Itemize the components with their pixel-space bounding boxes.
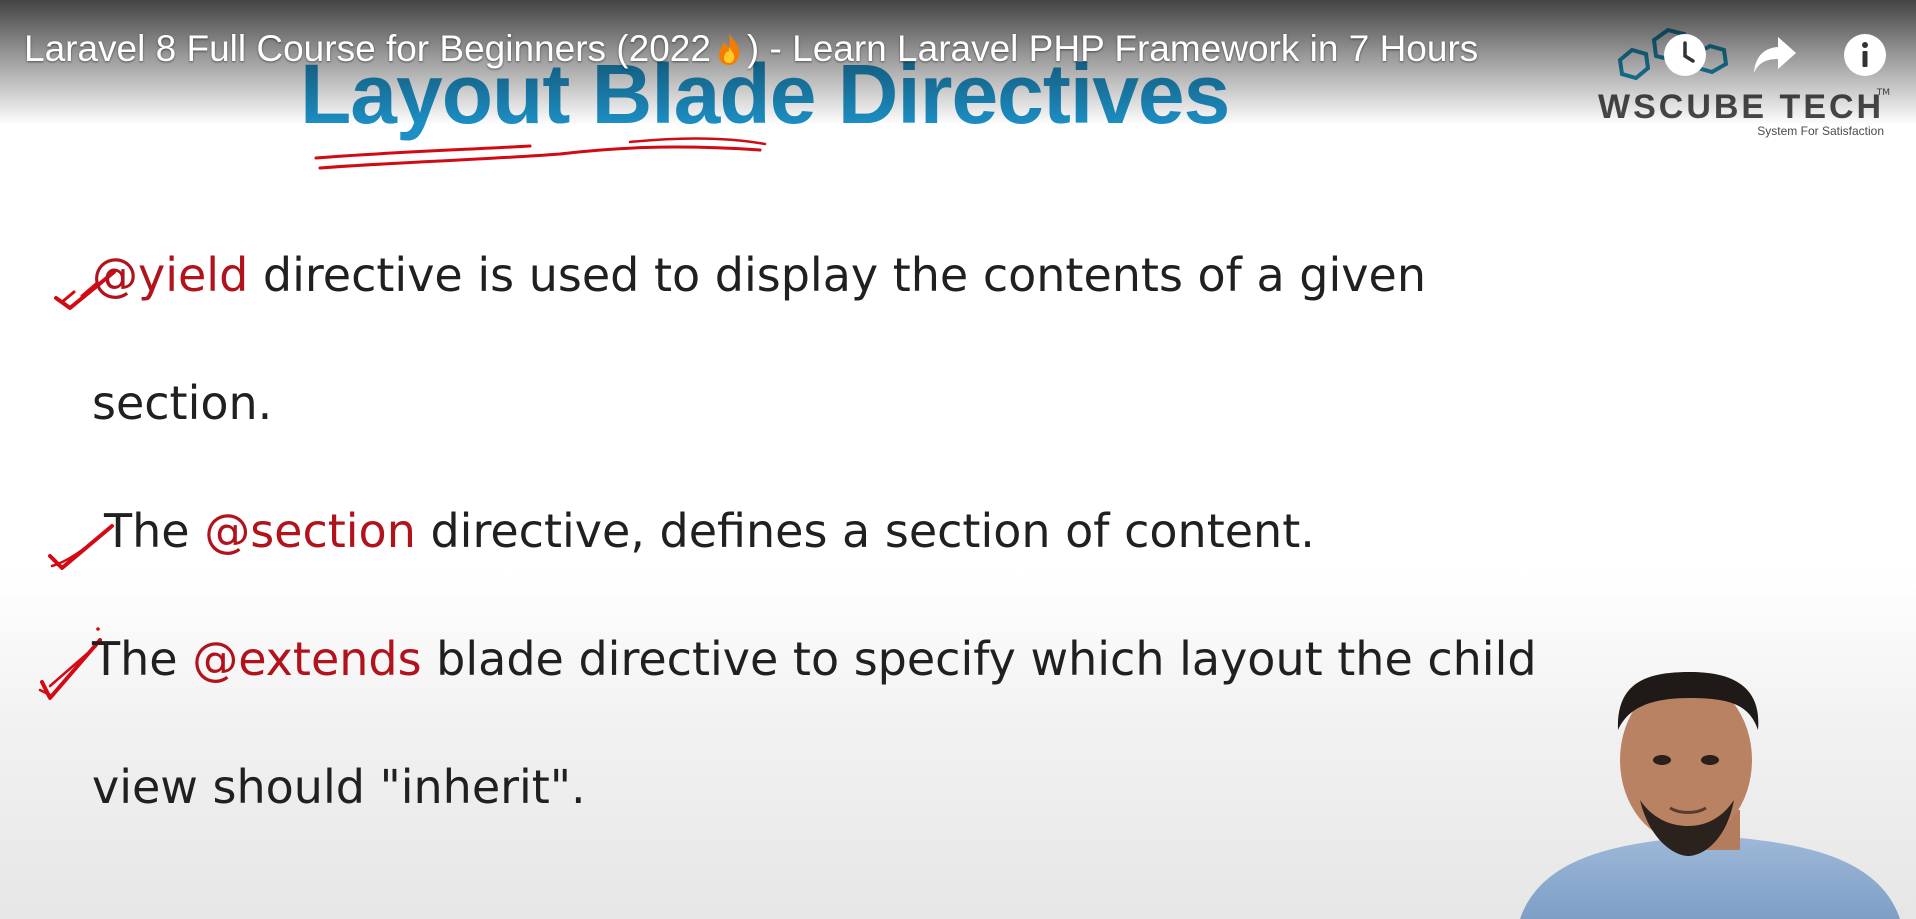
bullet-extends-text: blade directive to specify which layout …: [421, 632, 1537, 686]
keyword-yield: @yield: [92, 248, 249, 302]
bullet-extends: The @extends blade directive to specify …: [92, 632, 1537, 686]
video-title-part2: ) - Learn Laravel PHP Framework in 7 Hou…: [746, 28, 1479, 69]
bullet-yield-continuation: section.: [92, 376, 273, 430]
bullet-section: The @section directive, defines a sectio…: [104, 504, 1315, 558]
info-button[interactable]: [1840, 30, 1890, 80]
bullet-section-prefix: The: [104, 504, 205, 558]
clock-icon: [1664, 34, 1706, 76]
watch-later-button[interactable]: [1660, 30, 1710, 80]
logo-tagline: System For Satisfaction: [1757, 124, 1884, 138]
presenter-video-overlay: [1520, 672, 1900, 919]
share-button[interactable]: [1750, 30, 1800, 80]
video-overlay-controls: [1660, 30, 1890, 80]
bullet-yield: @yield directive is used to display the …: [92, 248, 1426, 302]
bullet-section-text: directive, defines a section of content.: [415, 504, 1315, 558]
bullet-extends-prefix: The: [92, 632, 193, 686]
video-title-part1: Laravel 8 Full Course for Beginners (202…: [24, 28, 711, 69]
bullet-extends-continuation: view should "inherit".: [92, 760, 586, 814]
keyword-extends: @extends: [192, 632, 422, 686]
logo-trademark: TM: [1876, 88, 1890, 98]
red-ink-underline: [314, 137, 767, 170]
video-title[interactable]: Laravel 8 Full Course for Beginners (202…: [24, 28, 1478, 70]
logo-wordmark: WSCUBE TECH: [1598, 88, 1885, 126]
bullet-yield-text: directive is used to display the content…: [248, 248, 1426, 302]
keyword-section: @section: [204, 504, 416, 558]
fire-emoji-icon: [718, 33, 740, 65]
info-icon: [1844, 34, 1886, 76]
share-arrow-icon: [1754, 37, 1796, 73]
